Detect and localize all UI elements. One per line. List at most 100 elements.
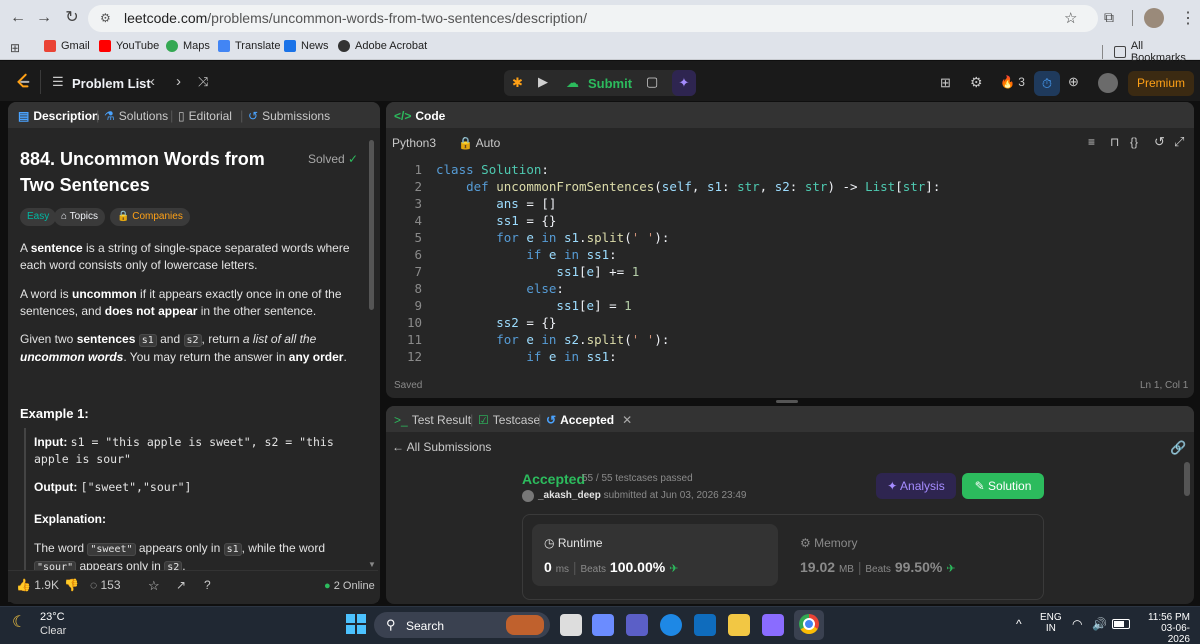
analysis-button[interactable]: ✦ Analysis — [876, 473, 956, 499]
difficulty-badge[interactable]: Easy — [20, 208, 57, 226]
bookmark-gmail[interactable]: Gmail — [44, 40, 90, 52]
format-icon[interactable]: ≡ — [1088, 135, 1095, 149]
code-line[interactable]: 2 def uncommonFromSentences(self, s1: st… — [392, 178, 1172, 195]
timer-icon[interactable]: ⏱ — [1034, 71, 1060, 96]
submitter-avatar[interactable] — [522, 490, 534, 502]
leetcode-logo-icon[interactable] — [14, 72, 32, 90]
code-line[interactable]: 1 class Solution: — [392, 161, 1172, 178]
clock[interactable]: 11:56 PM 03-06-2026 — [1142, 612, 1190, 644]
code-line[interactable]: 11 for e in s2.split(' '): — [392, 331, 1172, 348]
panel-resize-handle[interactable] — [776, 400, 798, 403]
help-icon[interactable]: ? — [204, 578, 211, 592]
weather-temp[interactable]: 23°C — [40, 611, 65, 623]
link-icon[interactable]: 🔗 — [1170, 440, 1186, 456]
shuffle-icon[interactable]: ⤨ — [198, 74, 208, 90]
wifi-icon[interactable]: ◠ — [1072, 617, 1082, 631]
code-line[interactable]: 10 ss2 = {} — [392, 314, 1172, 331]
companies-chip[interactable]: 🔒 Companies — [110, 208, 190, 226]
file-explorer-icon[interactable] — [728, 614, 750, 636]
back-icon[interactable]: ← — [8, 8, 28, 28]
copilot-icon[interactable] — [592, 614, 614, 636]
bookmark-news[interactable]: News — [284, 40, 329, 52]
outlook-icon[interactable] — [694, 614, 716, 636]
weather-condition[interactable]: Clear — [40, 625, 66, 637]
note-icon[interactable]: ▢ — [646, 74, 658, 90]
submit-button[interactable]: ☁ Submit — [560, 70, 632, 96]
language-indicator[interactable]: ENG IN — [1040, 612, 1062, 634]
url-text[interactable]: leetcode.com/problems/uncommon-words-fro… — [124, 10, 587, 26]
like-button[interactable]: 👍 1.9K — [16, 578, 59, 592]
settings-icon[interactable]: ⚙ — [970, 74, 983, 91]
bookmark-maps[interactable]: Maps — [166, 40, 210, 52]
code-line[interactable]: 5 for e in s1.split(' '): — [392, 229, 1172, 246]
close-icon[interactable]: ✕ — [622, 413, 632, 427]
code-line[interactable]: 3 ans = [] — [392, 195, 1172, 212]
favorite-star-icon[interactable]: ☆ — [148, 578, 160, 594]
ai-sparkle-icon[interactable]: ✦ — [672, 70, 696, 96]
volume-icon[interactable]: 🔊 — [1092, 617, 1107, 631]
memory-heading[interactable]: ⚙ Memory — [800, 536, 857, 550]
code-line[interactable]: 9 ss1[e] = 1 — [392, 297, 1172, 314]
tab-editorial[interactable]: ▯ Editorial — [178, 109, 232, 123]
bookmark-youtube[interactable]: YouTube — [99, 40, 159, 52]
result-scrollbar[interactable] — [1184, 462, 1190, 496]
run-icon[interactable]: ▶ — [538, 74, 548, 90]
bookmark-label: Translate — [235, 40, 281, 52]
forward-icon[interactable]: → — [34, 8, 54, 28]
language-select[interactable]: Python3 — [392, 136, 436, 150]
star-icon[interactable]: ☆ — [1064, 9, 1077, 27]
profile-avatar[interactable] — [1144, 8, 1164, 28]
battery-icon[interactable] — [1112, 619, 1130, 629]
bookmark-adobe[interactable]: Adobe Acrobat — [338, 40, 427, 52]
autocomplete-toggle[interactable]: 🔒 Auto — [458, 136, 500, 150]
scroll-down-icon[interactable]: ▼ — [368, 560, 376, 569]
user-avatar[interactable] — [1098, 73, 1118, 93]
all-submissions-link[interactable]: ← All Submissions — [392, 440, 491, 454]
dislike-icon[interactable]: 👎 — [64, 578, 79, 592]
expand-icon[interactable]: ⤢ — [1174, 134, 1184, 150]
task-view-icon[interactable] — [560, 614, 582, 636]
reset-icon[interactable]: ↺ — [1154, 134, 1165, 150]
add-friend-icon[interactable]: ⊕ — [1068, 74, 1079, 90]
comments-button[interactable]: ◌ 153 — [90, 578, 121, 592]
solution-button[interactable]: ✎ Solution — [962, 473, 1044, 499]
code-line[interactable]: 4 ss1 = {} — [392, 212, 1172, 229]
streak-counter[interactable]: 🔥 3 — [1000, 75, 1025, 89]
layout-icon[interactable]: ⊞ — [940, 75, 951, 91]
tab-submissions[interactable]: ↺ Submissions — [248, 109, 330, 123]
premium-button[interactable]: Premium — [1128, 71, 1194, 96]
problem-list-link[interactable]: Problem List — [72, 76, 151, 91]
copilot-pro-icon[interactable] — [762, 614, 784, 636]
description-scrollbar[interactable] — [369, 140, 374, 310]
submitter-name[interactable]: _akash_deep — [538, 490, 601, 501]
site-info-icon[interactable]: ⚙ — [100, 11, 111, 25]
bookmark-icon[interactable]: ⊓ — [1110, 135, 1119, 149]
prev-problem-icon[interactable]: ‹ — [150, 73, 155, 90]
bookmark-translate[interactable]: Translate — [218, 40, 280, 52]
code-line[interactable]: 8 else: — [392, 280, 1172, 297]
tray-chevron-icon[interactable]: ^ — [1016, 617, 1022, 631]
extensions-icon[interactable]: ⧉ — [1104, 9, 1114, 26]
code-line[interactable]: 6 if e in ss1: — [392, 246, 1172, 263]
tab-code[interactable]: </> Code — [394, 109, 445, 123]
braces-icon[interactable]: {} — [1130, 135, 1138, 149]
menu-icon[interactable]: ⋮ — [1180, 8, 1196, 28]
input-label: Input: — [34, 435, 68, 449]
code-line[interactable]: 12 if e in ss1: — [392, 348, 1172, 365]
code-line[interactable]: 7 ss1[e] += 1 — [392, 263, 1172, 280]
topics-chip[interactable]: ⌂ Topics — [54, 208, 106, 226]
tab-testcase[interactable]: ☑ Testcase — [478, 413, 540, 427]
debug-icon[interactable]: ✱ — [512, 75, 523, 91]
tab-description[interactable]: ▤ Description — [18, 109, 99, 123]
teams-icon[interactable] — [626, 614, 648, 636]
runtime-card[interactable] — [532, 524, 778, 586]
edge-icon[interactable] — [660, 614, 682, 636]
next-problem-icon[interactable]: › — [176, 73, 181, 90]
tab-test-result[interactable]: >_ Test Result — [394, 413, 471, 427]
tab-solutions[interactable]: ⚗ Solutions — [104, 109, 168, 123]
reload-icon[interactable]: ↻ — [62, 8, 82, 28]
apps-icon[interactable]: ⊞ — [10, 41, 20, 55]
tab-accepted[interactable]: ↺ Accepted ✕ — [546, 413, 632, 427]
share-icon[interactable]: ↗ — [176, 578, 186, 592]
windows-start-icon[interactable] — [346, 614, 366, 634]
